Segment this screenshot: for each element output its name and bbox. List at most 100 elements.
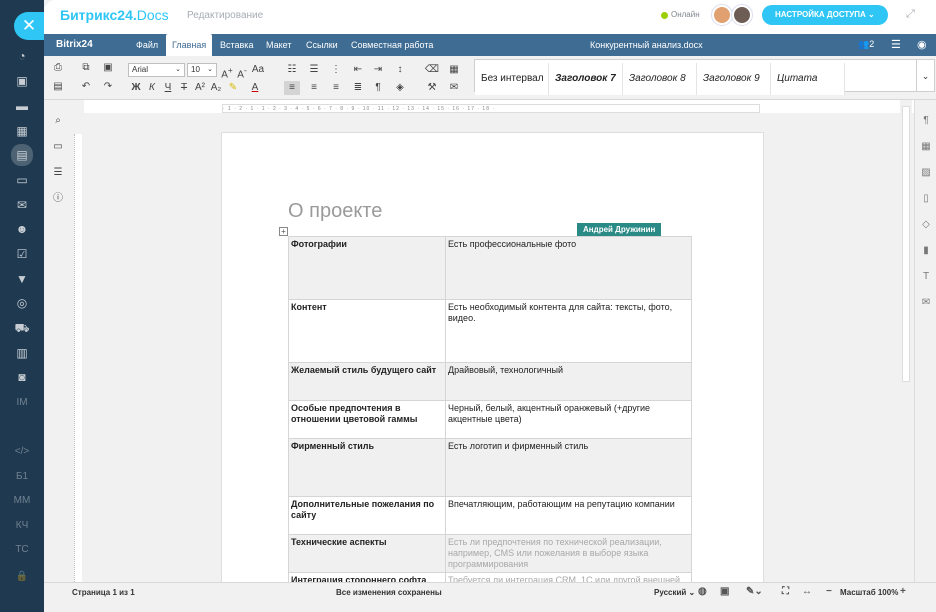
menu-file[interactable]: Файл	[130, 34, 164, 56]
track-changes-icon[interactable]: ✎⌄	[746, 586, 763, 597]
table-cell[interactable]: Фирменный стиль	[288, 438, 446, 497]
table-cell[interactable]: Дополнительные пожелания по сайту	[288, 496, 446, 535]
user-icon[interactable]: ◉	[917, 38, 927, 51]
highlight-icon[interactable]: ✎	[225, 81, 241, 95]
fullscreen-icon[interactable]: ⤢	[906, 8, 918, 20]
style-heading-8[interactable]: Заголовок 8	[623, 63, 697, 95]
decrease-font-icon[interactable]: A-	[234, 63, 250, 80]
info-icon[interactable]: ⓘ	[50, 192, 66, 206]
eraser-icon[interactable]: ⌫	[424, 63, 440, 77]
subscript-icon[interactable]: A₂	[208, 81, 224, 95]
textart-settings-icon[interactable]: T	[919, 271, 933, 285]
menu-home[interactable]: Главная	[166, 34, 213, 56]
align-left-icon[interactable]: ≡	[284, 81, 300, 95]
table-cell[interactable]: Технические аспекты	[288, 534, 446, 573]
table-cell[interactable]: Есть профессиональные фото	[445, 236, 692, 300]
menu-layout[interactable]: Макет	[260, 34, 297, 56]
spellcheck-icon[interactable]: ▣	[720, 586, 729, 597]
print-icon[interactable]: ⎙	[50, 61, 66, 75]
line-spacing-icon[interactable]: ↕	[392, 63, 408, 77]
feed-icon[interactable]: ◔	[0, 44, 44, 68]
avatar[interactable]	[712, 5, 732, 25]
table-settings-icon[interactable]: ▦	[919, 141, 933, 155]
access-settings-button[interactable]: НАСТРОЙКА ДОСТУПА ⌄	[762, 5, 888, 25]
tasks-icon[interactable]: ▣	[0, 69, 44, 93]
superscript-icon[interactable]: A²	[192, 81, 208, 95]
table-cell[interactable]: Контент	[288, 299, 446, 363]
bullets-icon[interactable]: ☷	[284, 63, 300, 77]
zoom-in-icon[interactable]: +	[900, 586, 906, 597]
numbering-icon[interactable]: ☰	[306, 63, 322, 77]
strikethrough-icon[interactable]: Т	[176, 81, 192, 95]
underline-icon[interactable]: Ч	[160, 81, 176, 95]
fit-width-icon[interactable]: ↔	[802, 586, 812, 597]
italic-icon[interactable]: К	[144, 81, 160, 95]
documents-icon[interactable]: ▤	[0, 143, 44, 167]
fit-page-icon[interactable]: ⛶	[782, 586, 789, 597]
justify-icon[interactable]: ≣	[350, 81, 366, 95]
cart-icon[interactable]: ⛟	[0, 316, 44, 340]
format-painter-icon[interactable]: ⚒	[424, 81, 440, 95]
table-cell[interactable]: Фотографии	[288, 236, 446, 300]
table-cell[interactable]: Есть ли предпочтения по технической реал…	[445, 534, 692, 573]
mail-merge-icon[interactable]: ✉	[446, 81, 462, 95]
style-no-spacing[interactable]: Без интервал	[475, 63, 549, 95]
mail-settings-icon[interactable]: ✉	[919, 297, 933, 311]
style-heading-7[interactable]: Заголовок 7	[549, 63, 623, 95]
table-cell[interactable]: Есть логотип и фирменный стиль	[445, 438, 692, 497]
shading-icon[interactable]: ◈	[392, 81, 408, 95]
font-color-icon[interactable]: A	[247, 81, 263, 95]
paste-icon[interactable]: ▣	[100, 61, 116, 75]
font-size-select[interactable]: 10 ⌄	[187, 63, 217, 77]
document-page[interactable]: О проекте + Андрей Дружинин Фотографии Е…	[222, 133, 763, 603]
align-right-icon[interactable]: ≡	[328, 81, 344, 95]
nav-item-kch[interactable]: КЧ	[0, 513, 44, 537]
menu-references[interactable]: Ссылки	[300, 34, 344, 56]
font-family-select[interactable]: Arial ⌄	[128, 63, 185, 77]
table-cell[interactable]: Драйвовый, технологичный	[445, 362, 692, 401]
chart-settings-icon[interactable]: ▮	[919, 245, 933, 259]
search-icon[interactable]: ⌕	[50, 114, 66, 128]
table-cell[interactable]: Впечатляющим, работающим на репутацию ко…	[445, 496, 692, 535]
drive-icon[interactable]: ▭	[0, 168, 44, 192]
close-button[interactable]: ✕	[14, 12, 44, 40]
table-cell[interactable]: Черный, белый, акцентный оранжевый (+дру…	[445, 400, 692, 439]
menu-collaboration[interactable]: Совместная работа	[345, 34, 439, 56]
increase-font-icon[interactable]: A+	[219, 63, 235, 80]
checklist-icon[interactable]: ☑	[0, 242, 44, 266]
change-case-icon[interactable]: Aa	[250, 63, 266, 77]
redo-icon[interactable]: ↷	[100, 80, 116, 94]
table-cell[interactable]: Особые предпочтения в отношении цветовой…	[288, 400, 446, 439]
increase-indent-icon[interactable]: ⇥	[370, 63, 386, 77]
style-heading-9[interactable]: Заголовок 9	[697, 63, 771, 95]
image-settings-icon[interactable]: ▨	[919, 167, 933, 181]
nav-item-b1[interactable]: Б1	[0, 464, 44, 488]
mail-icon[interactable]: ✉	[0, 193, 44, 217]
paragraph-marks-icon[interactable]: ¶	[370, 81, 386, 95]
table-cell[interactable]: Желаемый стиль будущего сайт	[288, 362, 446, 401]
table-cell[interactable]: Есть необходимый контента для сайта: тек…	[445, 299, 692, 363]
users-button[interactable]: 👥2	[858, 39, 874, 50]
filter-icon[interactable]: ▼	[0, 267, 44, 291]
nav-item-code[interactable]: </>	[0, 439, 44, 463]
scroll-thumb[interactable]	[902, 106, 910, 382]
robot-icon[interactable]: ◙	[0, 365, 44, 389]
nav-item-im[interactable]: IM	[0, 390, 44, 414]
contacts-icon[interactable]: ▥	[0, 341, 44, 365]
target-icon[interactable]: ◎	[0, 291, 44, 315]
copy-icon[interactable]: ⧉	[78, 61, 94, 75]
lock-icon[interactable]: 🔒	[0, 564, 44, 588]
chat-icon[interactable]: ▬	[0, 94, 44, 118]
comments-icon[interactable]: ▭	[50, 140, 66, 154]
nav-item-ts[interactable]: ТС	[0, 537, 44, 561]
language-select[interactable]: Русский ⌄	[654, 588, 695, 597]
calendar-icon[interactable]: ▦	[0, 119, 44, 143]
menu-icon[interactable]: ☰	[891, 38, 901, 51]
menu-insert[interactable]: Вставка	[214, 34, 259, 56]
decrease-indent-icon[interactable]: ⇤	[350, 63, 366, 77]
header-footer-icon[interactable]: ▯	[919, 193, 933, 207]
navigation-icon[interactable]: ☰	[50, 166, 66, 180]
avatar[interactable]	[732, 5, 752, 25]
shape-settings-icon[interactable]: ◇	[919, 219, 933, 233]
globe-icon[interactable]: ◍	[698, 586, 707, 597]
